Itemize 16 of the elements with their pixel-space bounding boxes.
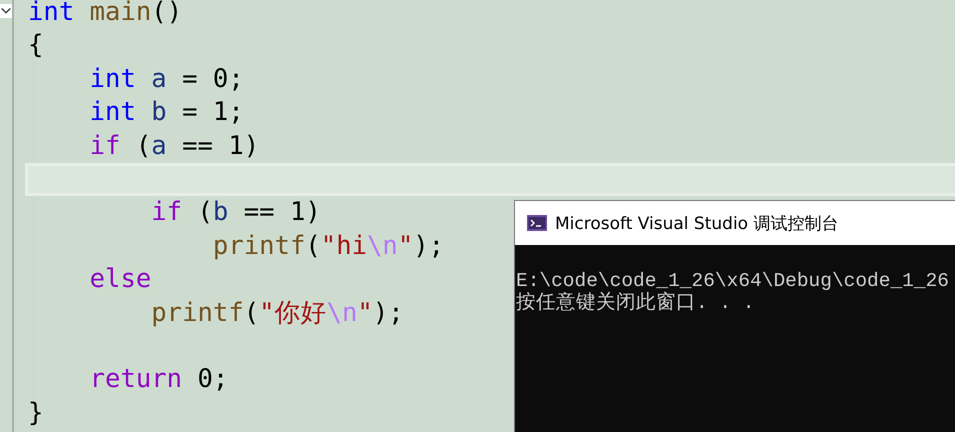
code-line: if (b == 1) [150,196,321,230]
window-title: Microsoft Visual Studio 调试控制台 [555,212,838,234]
code-line: else [88,263,152,296]
code-line: int main() [28,0,182,29]
console-output-line: 按任意键关闭此窗口. . . [516,292,755,314]
code-line: if (a == 1) [88,130,260,163]
code-line: printf("hi\n"); [212,230,444,263]
code-line: int b = 1; [88,96,244,130]
console-output-line: E:\code\code_1_26\x64\Debug\code_1_26 [516,270,949,292]
code-line: } [28,396,44,430]
chevron-icon[interactable] [0,4,12,18]
code-line: { [28,29,44,62]
code-line: printf("你好\n"); [150,296,404,330]
console-icon [527,215,547,231]
code-line: int a = 0; [88,62,244,96]
code-line: return 0; [88,363,228,396]
